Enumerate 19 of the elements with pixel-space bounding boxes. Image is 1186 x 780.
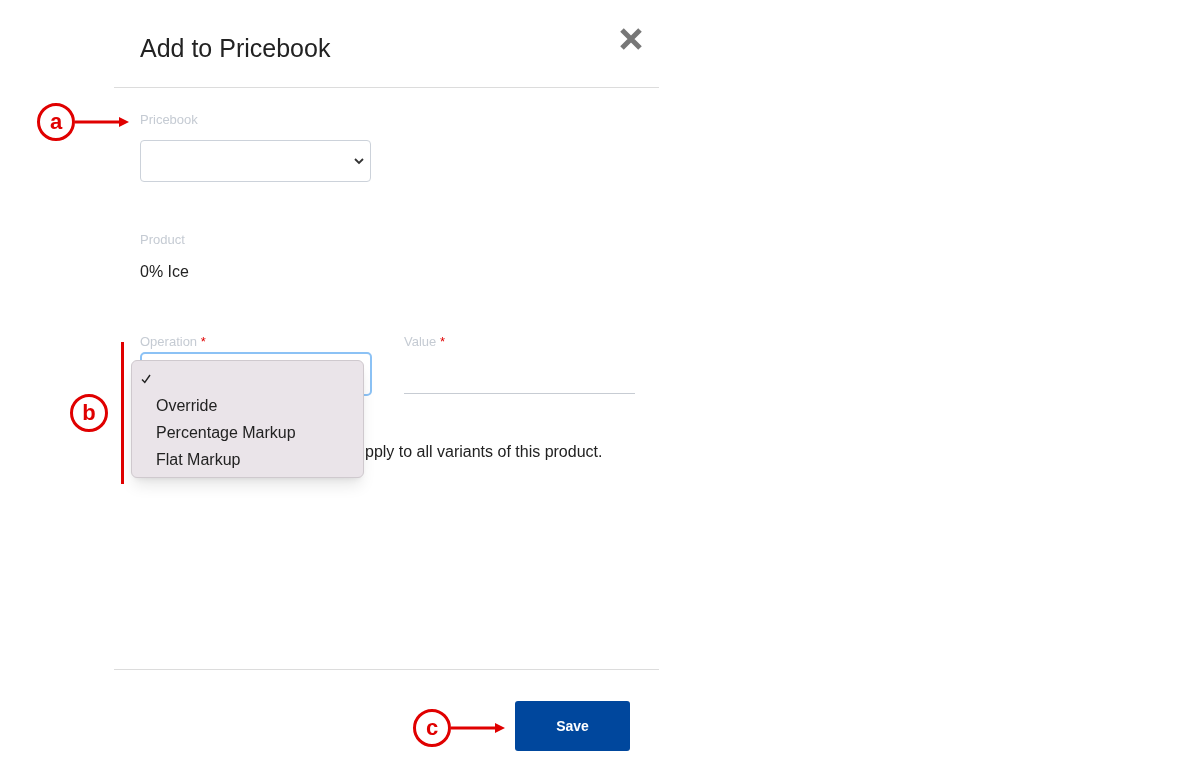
pricebook-select[interactable] <box>140 140 371 182</box>
field-label: Product <box>140 232 186 248</box>
save-button[interactable]: Save <box>515 701 630 751</box>
field-label: Pricebook <box>140 112 199 128</box>
dropdown-option[interactable]: Override <box>132 392 363 419</box>
dropdown-option[interactable]: Percentage Markup <box>132 419 363 446</box>
field-label: Value * <box>404 334 446 350</box>
dialog-title: Add to Pricebook <box>140 33 331 64</box>
variants-note: pply to all variants of this product. <box>365 442 603 462</box>
close-icon[interactable] <box>619 27 643 51</box>
callout-arrow <box>451 722 505 734</box>
callout-marker: a <box>37 103 75 141</box>
field-label: Operation * <box>140 334 207 350</box>
chevron-down-icon <box>354 157 364 165</box>
callout-marker: c <box>413 709 451 747</box>
dropdown-option[interactable]: Flat Markup <box>132 446 363 473</box>
product-value: 0% Ice <box>140 262 190 282</box>
callout-arrow <box>75 116 129 128</box>
callout-marker: b <box>70 394 108 432</box>
